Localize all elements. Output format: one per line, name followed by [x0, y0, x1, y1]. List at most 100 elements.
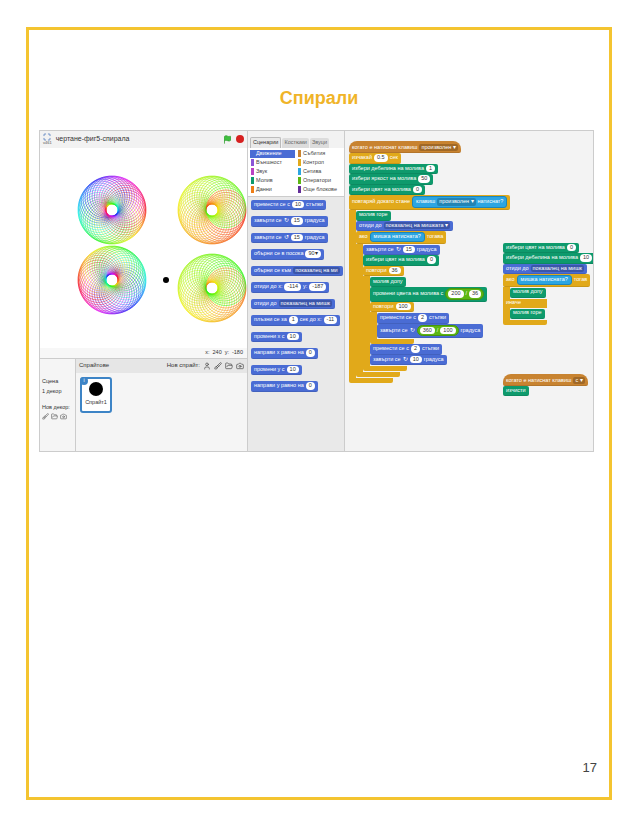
project-title[interactable]: чертане-фиг5-спирала: [56, 134, 219, 145]
number-input[interactable]: 1: [426, 165, 435, 173]
block-row[interactable]: отиди допоказалец на мишк: [251, 299, 335, 310]
number-input[interactable]: 100: [440, 327, 455, 335]
category-item[interactable]: Молив: [250, 177, 295, 185]
block-row[interactable]: акомишка натисната?тогава: [356, 231, 446, 244]
block-row[interactable]: завърти се↻15градуса: [251, 216, 328, 227]
number-input[interactable]: 0: [306, 349, 315, 357]
number-input[interactable]: 15: [291, 234, 303, 242]
number-input[interactable]: 10: [410, 356, 422, 364]
block-row[interactable]: завърти се↻15градуса: [363, 245, 440, 256]
category-item[interactable]: Външност: [250, 159, 295, 167]
dropdown-input[interactable]: произволен ▾: [437, 198, 475, 206]
number-input[interactable]: 2: [411, 345, 420, 353]
number-input[interactable]: 36: [469, 290, 481, 298]
block-row[interactable]: обърни се в посока90▾: [251, 249, 324, 260]
number-input[interactable]: 200: [448, 290, 463, 298]
sprite-dot[interactable]: [163, 277, 169, 283]
block-row[interactable]: избери цвят на молива0: [503, 243, 579, 254]
sprite-library-icon[interactable]: [203, 362, 211, 370]
block-row[interactable]: завърти се↻360/100градуса: [377, 324, 483, 339]
tab[interactable]: Звуци: [310, 138, 329, 148]
block-row[interactable]: молив горе: [356, 211, 391, 221]
block-row[interactable]: премести се с2стъпки: [370, 344, 442, 355]
boolean-block[interactable]: мишка натисната?: [370, 232, 425, 242]
paint-backdrop-icon[interactable]: [42, 413, 49, 420]
block-row[interactable]: плъзни се за1сек до x:-11: [251, 315, 340, 326]
number-input[interactable]: 0: [427, 256, 436, 264]
category-item[interactable]: Данни: [250, 186, 295, 194]
block-row[interactable]: повтори100: [370, 302, 414, 313]
info-badge[interactable]: i: [80, 377, 88, 385]
number-input[interactable]: 50: [418, 175, 430, 183]
number-input[interactable]: 0: [306, 382, 315, 390]
c-block[interactable]: повтаряй докато станеклавишпроизволен ▾н…: [349, 195, 510, 383]
camera-backdrop-icon[interactable]: [60, 413, 67, 420]
block-row[interactable]: промени y с10: [251, 365, 302, 376]
block-row[interactable]: молив долу: [510, 288, 546, 298]
number-input[interactable]: 0.5: [374, 154, 388, 162]
block-row[interactable]: повтори36: [363, 266, 404, 277]
block-row[interactable]: повтаряй докато станеклавишпроизволен ▾н…: [349, 195, 510, 210]
category-item[interactable]: Още блокове: [297, 186, 342, 194]
category-item[interactable]: Движение: [250, 150, 295, 158]
dropdown-input[interactable]: с ▾: [573, 377, 584, 385]
number-input[interactable]: 10: [580, 254, 592, 262]
paint-sprite-icon[interactable]: [214, 362, 222, 370]
c-block[interactable]: акомишка натисната?тогавмолив долуиначем…: [503, 274, 590, 325]
block-row[interactable]: изчисти: [503, 386, 529, 396]
number-input[interactable]: 10: [287, 366, 299, 374]
block-row[interactable]: молив долу: [370, 277, 406, 287]
number-input[interactable]: -114: [284, 283, 301, 291]
operator-block[interactable]: 360/100: [417, 325, 459, 337]
number-input[interactable]: -187: [309, 283, 326, 291]
c-block[interactable]: повтори36молив долупромени цвета на моли…: [363, 266, 487, 372]
number-input[interactable]: -11: [324, 316, 338, 324]
category-item[interactable]: Звук: [250, 168, 295, 176]
block-row[interactable]: избери цвят на молива0: [363, 255, 439, 266]
block-row[interactable]: завърти се↺15градуса: [251, 233, 328, 244]
block-row[interactable]: избери дебелина на молива10: [503, 253, 593, 264]
number-input[interactable]: 10: [292, 201, 304, 209]
category-item[interactable]: Събития: [297, 150, 342, 158]
dropdown-input[interactable]: показалец на мишк: [279, 300, 332, 308]
block-row[interactable]: отиди допоказалец на мишката ▾: [356, 221, 453, 232]
tab[interactable]: Сценарии: [250, 137, 281, 148]
block-row[interactable]: обърни се къмпоказалец на ми: [251, 266, 343, 277]
stop-icon[interactable]: [236, 135, 244, 143]
number-input[interactable]: 15: [291, 217, 303, 225]
upload-sprite-icon[interactable]: [225, 362, 233, 370]
hat-block[interactable]: когато е натиснат клавишпроизволен ▾: [349, 141, 461, 154]
operator-block[interactable]: 200/36: [445, 288, 484, 300]
block-row[interactable]: избери яркост на молива50: [349, 174, 433, 185]
category-item[interactable]: Сетива: [297, 168, 342, 176]
camera-sprite-icon[interactable]: [236, 362, 244, 370]
dropdown-input[interactable]: произволен ▾: [419, 144, 457, 152]
block-row[interactable]: направи x равно на0: [251, 348, 318, 359]
number-input[interactable]: 0: [413, 186, 422, 194]
dropdown-input[interactable]: показалец на мишк: [531, 265, 584, 273]
dropdown-input[interactable]: показалец на мишката ▾: [384, 222, 451, 230]
hat-block[interactable]: когато е натиснат клавишс ▾: [503, 374, 588, 387]
block-row[interactable]: акомишка натисната?тогав: [503, 274, 590, 287]
block-row[interactable]: премести се с2стъпки: [377, 313, 449, 324]
category-item[interactable]: Контрол: [297, 159, 342, 167]
number-input[interactable]: 90▾: [305, 250, 320, 258]
script[interactable]: когато е натиснат клавишпроизволен ▾изча…: [349, 141, 510, 384]
number-input[interactable]: 36: [389, 267, 401, 275]
fullscreen-icon[interactable]: [43, 133, 51, 141]
dropdown-input[interactable]: показалец на ми: [293, 267, 340, 275]
block-row[interactable]: премести се с10стъпки: [251, 200, 326, 211]
script[interactable]: избери цвят на молива0избери дебелина на…: [503, 243, 593, 325]
number-input[interactable]: 0: [567, 244, 576, 252]
block-row[interactable]: изчакай0.5сек: [349, 153, 401, 164]
block-row[interactable]: промени цвета на молива с200/36: [370, 287, 487, 302]
block-row[interactable]: отиди допоказалец на мишк: [503, 264, 587, 275]
sprite-card[interactable]: Спрайт1i: [80, 377, 112, 413]
category-item[interactable]: Оператори: [297, 177, 342, 185]
upload-backdrop-icon[interactable]: [51, 413, 58, 420]
number-input[interactable]: 10: [287, 333, 299, 341]
number-input[interactable]: 100: [396, 303, 411, 311]
boolean-block[interactable]: мишка натисната?: [517, 275, 572, 285]
script[interactable]: когато е натиснат клавишс ▾изчисти: [503, 374, 588, 397]
number-input[interactable]: 1: [289, 316, 298, 324]
